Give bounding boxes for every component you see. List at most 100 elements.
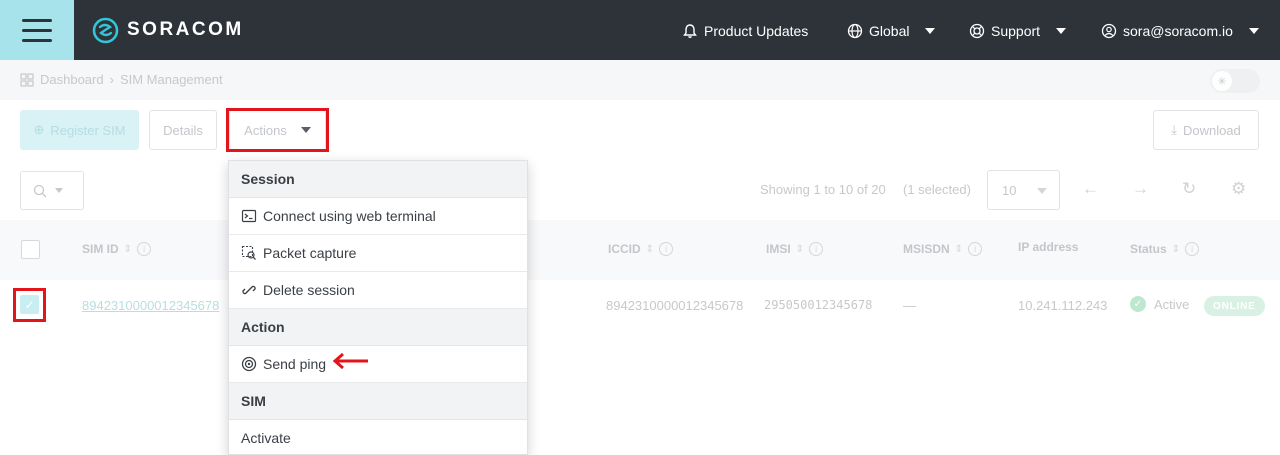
arrow-left-icon — [332, 352, 370, 370]
send-ping-label: Send ping — [263, 356, 326, 372]
select-all-checkbox[interactable] — [21, 240, 40, 259]
globe-icon — [847, 23, 863, 39]
chevron-right-icon: › — [110, 72, 114, 87]
sim-id-link[interactable]: 8942310000012345678 — [82, 298, 219, 313]
menu-item-packet-capture[interactable]: Packet capture — [229, 235, 527, 272]
soracom-logo[interactable]: SORACOM — [92, 16, 244, 44]
support-label: Support — [991, 23, 1040, 39]
menu-icon[interactable] — [0, 0, 74, 60]
region-selector[interactable]: Global — [847, 18, 935, 44]
breadcrumb: Dashboard › SIM Management — [20, 72, 223, 87]
product-updates-link[interactable]: Product Updates — [682, 18, 808, 44]
sort-icon: ⇕ — [124, 244, 132, 255]
plus-circle-icon: ⊕ — [33, 122, 44, 138]
unlink-icon — [241, 282, 257, 298]
sort-icon: ⇕ — [796, 244, 804, 255]
ping-icon — [241, 356, 257, 372]
caret-down-icon — [55, 188, 63, 193]
settings-icon[interactable]: ⚙ — [1231, 179, 1246, 199]
col-msisdn-label: MSISDN — [903, 242, 950, 256]
menu-item-activate[interactable]: Activate — [229, 420, 527, 455]
search-filter[interactable] — [20, 171, 84, 210]
menu-item-send-ping[interactable]: Send ping — [229, 346, 527, 383]
details-button[interactable]: Details — [149, 110, 217, 150]
menu-item-connect-terminal[interactable]: Connect using web terminal — [229, 198, 527, 235]
actions-label: Actions — [244, 123, 287, 138]
menu-section-action: Action — [229, 309, 527, 346]
online-badge: ONLINE — [1204, 296, 1265, 316]
status-cell: ✓ Active — [1130, 296, 1189, 312]
refresh-icon[interactable]: ↻ — [1182, 179, 1196, 199]
col-status-label: Status — [1130, 242, 1167, 256]
info-icon: i — [137, 242, 151, 256]
theme-toggle[interactable]: ✳ — [1210, 69, 1260, 93]
register-sim-button[interactable]: ⊕ Register SIM — [20, 110, 139, 150]
col-imsi[interactable]: IMSI ⇕ i — [766, 242, 823, 256]
actions-button[interactable]: Actions — [229, 110, 326, 150]
status-value: Active — [1154, 297, 1189, 312]
delete-session-label: Delete session — [263, 282, 355, 298]
info-icon: i — [968, 242, 982, 256]
check-circle-icon: ✓ — [1130, 296, 1146, 312]
col-ip[interactable]: IP address — [1018, 240, 1078, 254]
col-imsi-label: IMSI — [766, 242, 791, 256]
download-label: Download — [1183, 123, 1241, 138]
check-icon: ✓ — [24, 298, 34, 312]
details-label: Details — [163, 123, 203, 138]
selected-count: (1 selected) — [903, 182, 971, 197]
per-page-value: 10 — [1002, 183, 1016, 198]
region-label: Global — [869, 23, 909, 39]
sim-management-page: Dashboard › SIM Management ✳ ⊕ Register … — [0, 60, 1280, 455]
menu-item-delete-session[interactable]: Delete session — [229, 272, 527, 309]
logo-text: SORACOM — [127, 19, 244, 41]
packet-capture-label: Packet capture — [263, 245, 356, 261]
table-header: SIM ID ⇕ i ICCID ⇕ i IMSI ⇕ i MSISDN ⇕ i… — [0, 220, 1280, 280]
lifebuoy-icon — [969, 23, 985, 39]
col-ip-label: IP address — [1018, 240, 1078, 254]
prev-page-icon[interactable]: ← — [1082, 179, 1099, 199]
account-label: sora@soracom.io — [1123, 23, 1233, 39]
sun-icon: ✳ — [1212, 71, 1232, 91]
bell-icon — [682, 23, 698, 39]
menu-section-sim: SIM — [229, 383, 527, 420]
next-page-icon[interactable]: → — [1132, 179, 1149, 199]
chevron-down-icon — [1056, 28, 1066, 34]
caret-down-icon — [1037, 188, 1047, 194]
info-icon: i — [809, 242, 823, 256]
table-row[interactable]: ✓ 8942310000012345678 894231000001234567… — [0, 280, 1280, 332]
breadcrumb-current: SIM Management — [120, 72, 223, 87]
col-iccid[interactable]: ICCID ⇕ i — [608, 242, 673, 256]
dashboard-icon — [20, 73, 34, 87]
msisdn-value: — — [903, 298, 916, 313]
account-menu[interactable]: sora@soracom.io — [1101, 18, 1259, 44]
col-status[interactable]: Status ⇕ i — [1130, 242, 1199, 256]
col-sim-id-label: SIM ID — [82, 242, 119, 256]
search-icon — [33, 184, 47, 198]
connect-terminal-label: Connect using web terminal — [263, 208, 436, 224]
download-icon: ⤓ — [1171, 122, 1177, 138]
top-bar: SORACOM Product Updates Global Support — [0, 0, 1280, 60]
col-sim-id[interactable]: SIM ID ⇕ i — [82, 242, 151, 256]
col-msisdn[interactable]: MSISDN ⇕ i — [903, 242, 982, 256]
imsi-value: 295050012345678 — [764, 298, 872, 312]
activate-label: Activate — [241, 430, 291, 446]
download-button[interactable]: ⤓ Download — [1153, 110, 1259, 150]
support-menu[interactable]: Support — [969, 18, 1066, 44]
chevron-down-icon — [925, 28, 935, 34]
caret-down-icon — [301, 127, 311, 133]
per-page-select[interactable]: 10 — [987, 170, 1060, 210]
chevron-down-icon — [1249, 28, 1259, 34]
col-iccid-label: ICCID — [608, 242, 641, 256]
row-checkbox[interactable]: ✓ — [20, 295, 39, 314]
soracom-logo-icon — [92, 17, 119, 44]
showing-text: Showing 1 to 10 of 20 — [760, 182, 886, 197]
actions-dropdown: Session Connect using web terminal Packe… — [228, 160, 528, 455]
info-icon: i — [1185, 242, 1199, 256]
menu-section-session: Session — [229, 161, 527, 198]
iccid-value: 8942310000012345678 — [606, 298, 743, 313]
sort-icon: ⇕ — [1172, 244, 1180, 255]
register-sim-label: Register SIM — [50, 123, 125, 138]
terminal-icon — [241, 208, 257, 224]
info-icon: i — [659, 242, 673, 256]
breadcrumb-dashboard[interactable]: Dashboard — [40, 72, 104, 87]
